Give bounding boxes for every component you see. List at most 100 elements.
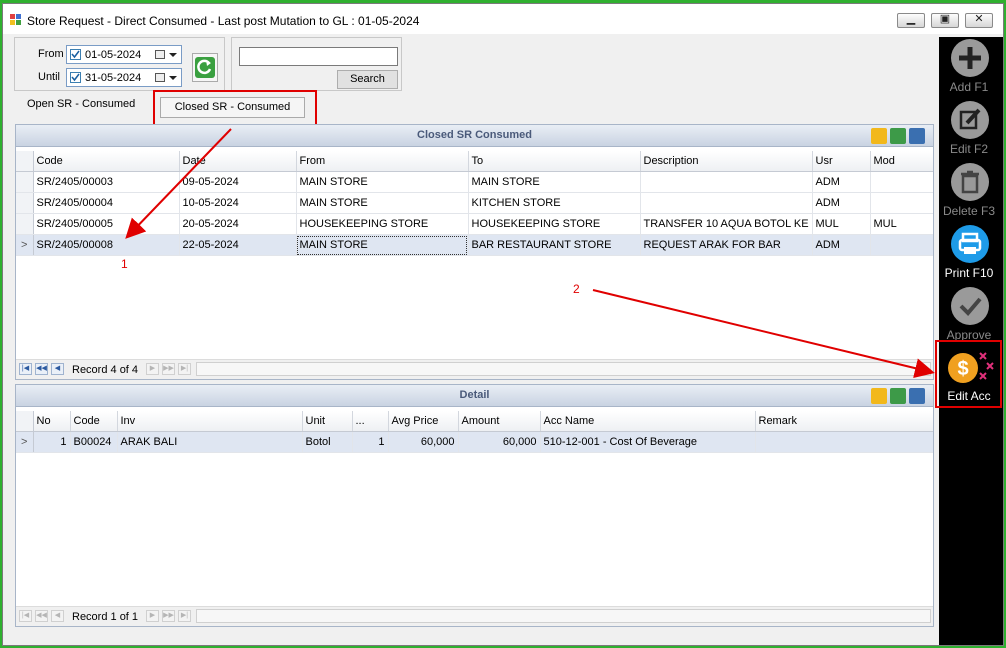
- cell-usr[interactable]: ADM: [812, 171, 871, 193]
- record-counter: Record 1 of 1: [72, 611, 139, 623]
- cell-description[interactable]: [640, 192, 813, 214]
- cell-from[interactable]: MAIN STORE: [296, 234, 469, 256]
- chevron-down-icon[interactable]: [169, 53, 177, 57]
- next-page-icon[interactable]: ▶▶: [162, 363, 175, 375]
- column-header-date[interactable]: Date: [179, 151, 297, 172]
- cell-mod[interactable]: [870, 192, 933, 214]
- from-date-picker[interactable]: 01-05-2024: [66, 45, 182, 64]
- refresh-icon: [195, 57, 215, 78]
- first-record-icon[interactable]: |◀: [19, 610, 32, 622]
- first-record-icon[interactable]: |◀: [19, 363, 32, 375]
- last-record-icon[interactable]: ▶|: [178, 363, 191, 375]
- column-header-qty[interactable]: ...: [352, 411, 389, 432]
- cell-code[interactable]: SR/2405/00004: [33, 192, 180, 214]
- cell-inv[interactable]: ARAK BALI: [117, 431, 303, 453]
- search-button[interactable]: Search: [337, 70, 398, 89]
- prev-record-icon[interactable]: ◀: [51, 610, 64, 622]
- checkmark-icon: [71, 50, 80, 59]
- next-record-icon[interactable]: ▶: [146, 610, 159, 622]
- cell-to[interactable]: MAIN STORE: [468, 171, 641, 193]
- cell-description[interactable]: REQUEST ARAK FOR BAR: [640, 234, 813, 256]
- table-row-selected[interactable]: > 1 B00024 ARAK BALI Botol 1 60,000 60,0…: [16, 431, 933, 453]
- cell-acc-name[interactable]: 510-12-001 - Cost Of Beverage: [540, 431, 756, 453]
- cell-code[interactable]: SR/2405/00005: [33, 213, 180, 235]
- chevron-down-icon[interactable]: [169, 76, 177, 80]
- cell-date[interactable]: 20-05-2024: [179, 213, 297, 235]
- column-header-unit[interactable]: Unit: [302, 411, 353, 432]
- cell-from[interactable]: MAIN STORE: [296, 171, 469, 193]
- cell-description[interactable]: [640, 171, 813, 193]
- last-record-icon[interactable]: ▶|: [178, 610, 191, 622]
- cell-mod[interactable]: [870, 171, 933, 193]
- prev-record-icon[interactable]: ◀: [51, 363, 64, 375]
- column-header-amount[interactable]: Amount: [458, 411, 541, 432]
- cell-qty[interactable]: 1: [352, 431, 389, 453]
- printer-icon[interactable]: [909, 388, 925, 404]
- master-grid: Closed SR Consumed Code Date From To Des…: [15, 124, 934, 380]
- column-header-to[interactable]: To: [468, 151, 641, 172]
- table-row-selected[interactable]: > SR/2405/00008 22-05-2024 MAIN STORE BA…: [16, 234, 933, 256]
- excel-icon[interactable]: [890, 128, 906, 144]
- cell-date[interactable]: 10-05-2024: [179, 192, 297, 214]
- tab-open-sr-consumed[interactable]: Open SR - Consumed: [27, 98, 135, 110]
- column-header-usr[interactable]: Usr: [812, 151, 871, 172]
- cell-to[interactable]: BAR RESTAURANT STORE: [468, 234, 641, 256]
- restore-button[interactable]: ▣: [931, 13, 959, 28]
- column-header-description[interactable]: Description: [640, 151, 813, 172]
- record-counter: Record 4 of 4: [72, 364, 139, 376]
- search-input[interactable]: [239, 47, 398, 66]
- column-header-inv[interactable]: Inv: [117, 411, 303, 432]
- cell-code[interactable]: B00024: [70, 431, 118, 453]
- excel-icon[interactable]: [890, 388, 906, 404]
- cell-date[interactable]: 09-05-2024: [179, 171, 297, 193]
- prev-page-icon[interactable]: ◀◀: [35, 610, 48, 622]
- column-header-code[interactable]: Code: [70, 411, 118, 432]
- from-date-checkbox[interactable]: [70, 49, 81, 60]
- horizontal-scrollbar[interactable]: [196, 362, 931, 376]
- cell-to[interactable]: HOUSEKEEPING STORE: [468, 213, 641, 235]
- annotation-number-2: 2: [573, 282, 580, 296]
- calendar-icon: [155, 50, 165, 59]
- checkmark-icon: [71, 73, 80, 82]
- cell-amount[interactable]: 60,000: [458, 431, 541, 453]
- refresh-button[interactable]: [192, 53, 218, 82]
- column-header-remark[interactable]: Remark: [755, 411, 933, 432]
- cell-remark[interactable]: [755, 431, 933, 453]
- cell-usr[interactable]: ADM: [812, 192, 871, 214]
- cell-description[interactable]: TRANSFER 10 AQUA BOTOL KE ...: [640, 213, 813, 235]
- table-row[interactable]: SR/2405/00005 20-05-2024 HOUSEKEEPING ST…: [16, 213, 933, 235]
- column-header-code[interactable]: Code: [33, 151, 180, 172]
- cell-unit[interactable]: Botol: [302, 431, 353, 453]
- close-button[interactable]: ✕: [965, 13, 993, 28]
- until-date-checkbox[interactable]: [70, 72, 81, 83]
- until-date-picker[interactable]: 31-05-2024: [66, 68, 182, 87]
- cell-from[interactable]: HOUSEKEEPING STORE: [296, 213, 469, 235]
- cell-to[interactable]: KITCHEN STORE: [468, 192, 641, 214]
- column-header-mod[interactable]: Mod: [870, 151, 933, 172]
- detail-header-row: No Code Inv Unit ... Avg Price Amount Ac…: [16, 411, 933, 432]
- column-header-no[interactable]: No: [33, 411, 71, 432]
- cell-mod[interactable]: MUL: [870, 213, 933, 235]
- expand-icon[interactable]: [871, 388, 887, 404]
- column-header-acc-name[interactable]: Acc Name: [540, 411, 756, 432]
- horizontal-scrollbar[interactable]: [196, 609, 931, 623]
- prev-page-icon[interactable]: ◀◀: [35, 363, 48, 375]
- expand-icon[interactable]: [871, 128, 887, 144]
- cell-code[interactable]: SR/2405/00008: [33, 234, 180, 256]
- next-record-icon[interactable]: ▶: [146, 363, 159, 375]
- cell-usr[interactable]: MUL: [812, 213, 871, 235]
- cell-code[interactable]: SR/2405/00003: [33, 171, 180, 193]
- cell-mod[interactable]: [870, 234, 933, 256]
- cell-avg-price[interactable]: 60,000: [388, 431, 459, 453]
- column-header-from[interactable]: From: [296, 151, 469, 172]
- printer-icon[interactable]: [909, 128, 925, 144]
- cell-no[interactable]: 1: [33, 431, 71, 453]
- table-row[interactable]: SR/2405/00004 10-05-2024 MAIN STORE KITC…: [16, 192, 933, 214]
- cell-from[interactable]: MAIN STORE: [296, 192, 469, 214]
- cell-date[interactable]: 22-05-2024: [179, 234, 297, 256]
- next-page-icon[interactable]: ▶▶: [162, 610, 175, 622]
- column-header-avg-price[interactable]: Avg Price: [388, 411, 459, 432]
- cell-usr[interactable]: ADM: [812, 234, 871, 256]
- table-row[interactable]: SR/2405/00003 09-05-2024 MAIN STORE MAIN…: [16, 171, 933, 193]
- minimize-button[interactable]: ▁: [897, 13, 925, 28]
